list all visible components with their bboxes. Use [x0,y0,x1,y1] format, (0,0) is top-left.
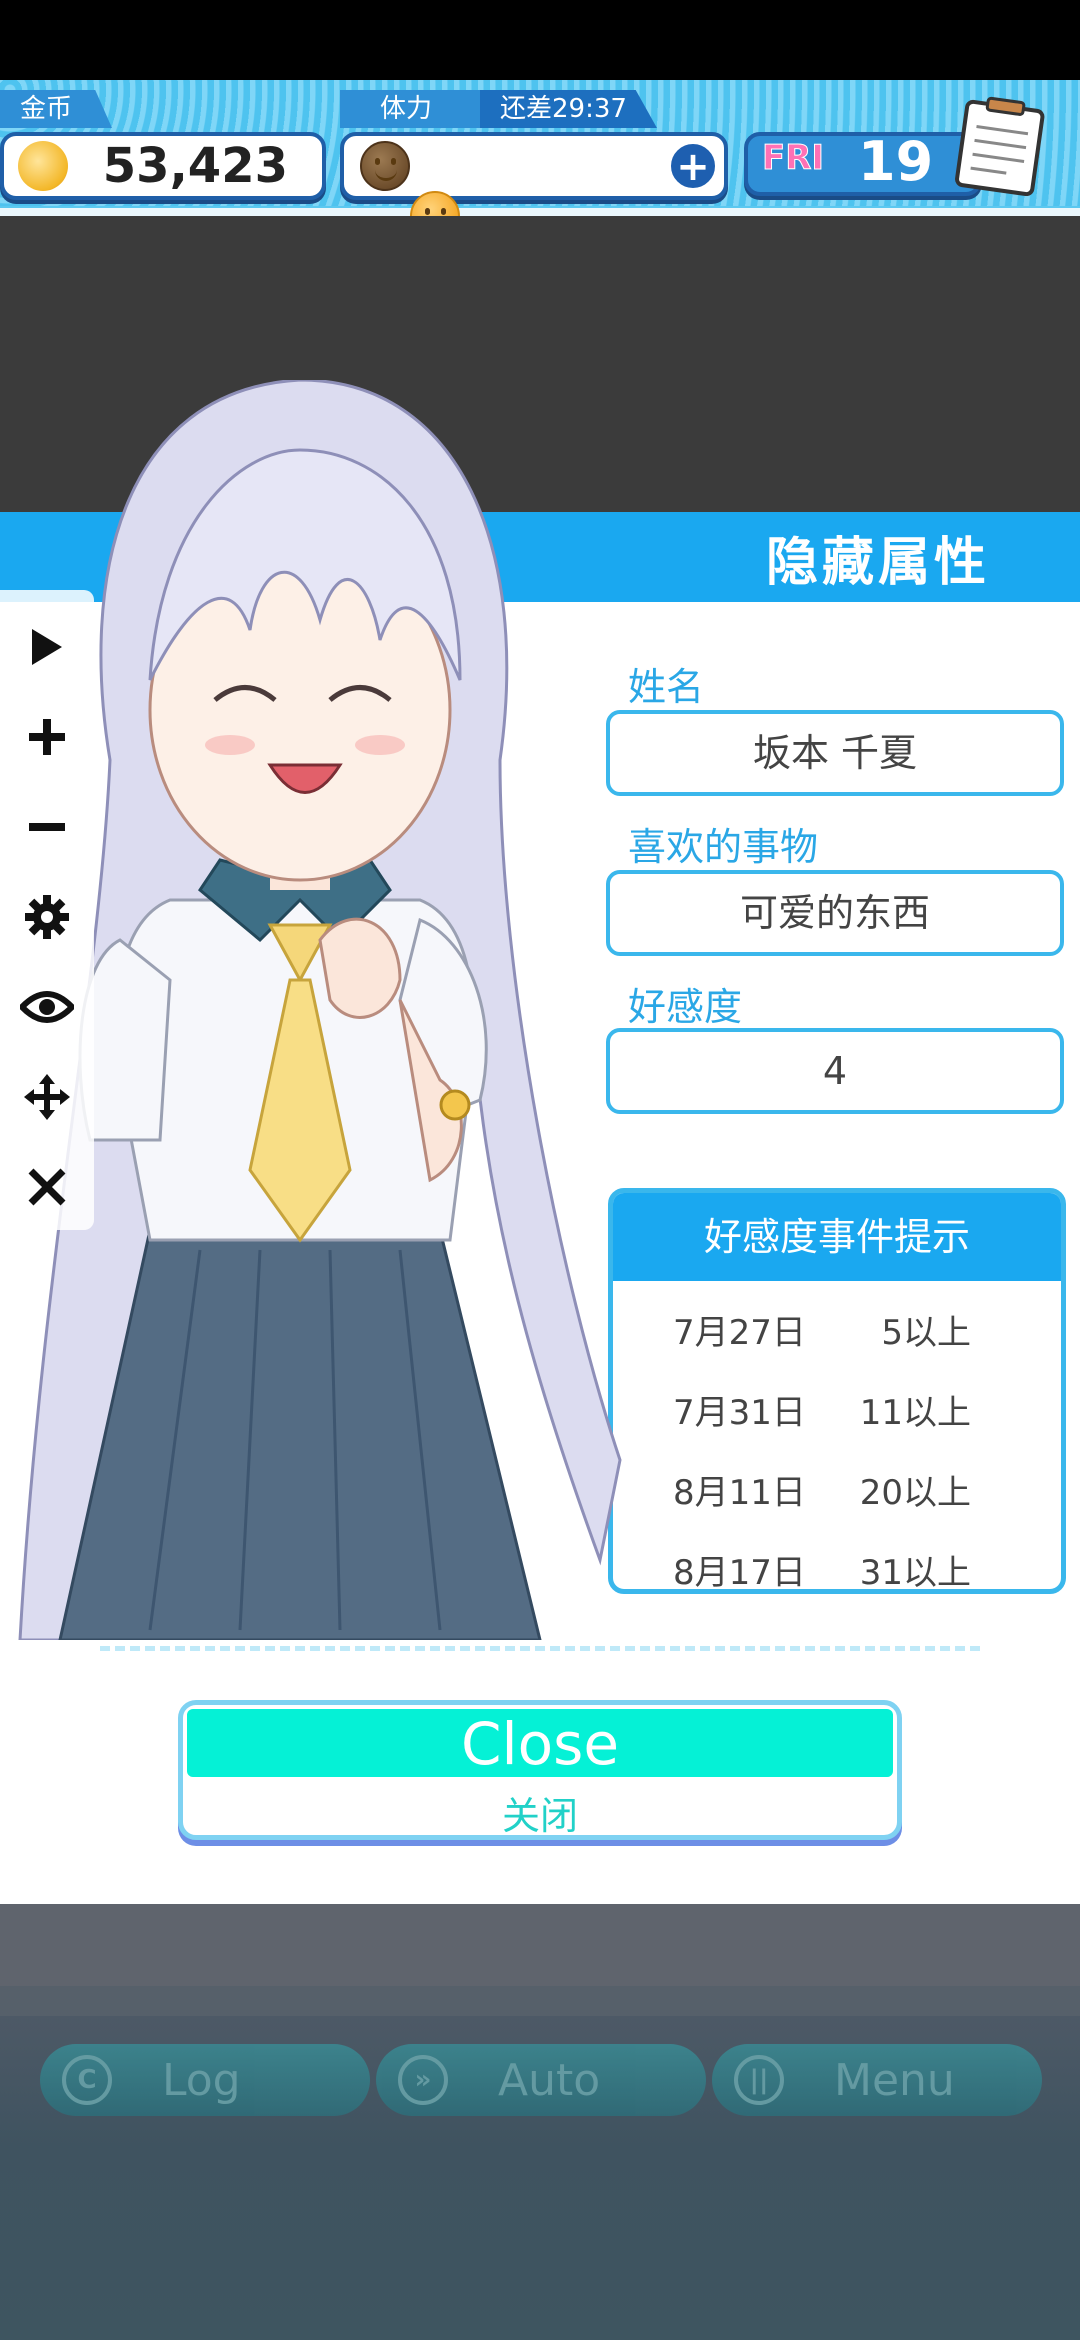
hint-requirement: 5以上 [881,1313,971,1353]
affection-field: 4 [606,1028,1064,1114]
day-name: FRI [761,138,825,179]
day-number: 19 [858,130,934,193]
menu-button[interactable]: || Menu [712,2044,1042,2116]
log-button[interactable]: C Log [40,2044,370,2116]
coins-display: 53,423 [0,132,326,200]
floating-toolbar [0,590,94,1230]
gear-icon[interactable] [14,884,80,950]
close-icon[interactable] [14,1154,80,1220]
hint-requirement: 31以上 [859,1553,971,1593]
coin-icon [18,141,68,191]
likes-field: 可爱的东西 [606,870,1064,956]
stamina-display: + [340,132,728,441]
auto-icon: » [398,2055,448,2105]
close-button-label: Close [187,1709,893,1778]
pause-icon: || [734,2055,784,2105]
hint-row: 7月31日 11以上 [613,1385,1061,1465]
hint-date: 8月17日 [673,1553,806,1593]
add-stamina-button[interactable]: + [668,141,718,191]
status-bar [0,0,1080,80]
move-icon[interactable] [14,1064,80,1130]
log-label: Log [162,2054,241,2106]
hint-row: 8月17日 31以上 [613,1545,1061,1593]
hint-date: 7月31日 [673,1393,806,1433]
close-button[interactable]: Close 关闭 [178,1700,902,1840]
log-icon: C [62,2055,112,2105]
dialogue-strip [0,1904,1080,1986]
auto-label: Auto [498,2054,601,2106]
hint-title: 好感度事件提示 [613,1193,1061,1281]
close-button-sublabel: 关闭 [501,1794,578,1838]
plus-icon[interactable] [14,704,80,770]
auto-button[interactable]: » Auto [376,2044,706,2116]
hint-date: 7月27日 [673,1313,806,1353]
hint-row: 8月11日 20以上 [613,1465,1061,1545]
dialogue-strip-edge [0,1986,1080,2016]
hint-row: 7月27日 5以上 [613,1305,1061,1385]
divider [100,1646,980,1651]
minus-icon[interactable] [14,794,80,860]
stamina-timer: 还差29:37 [480,90,657,128]
affection-event-hints: 好感度事件提示 7月27日 5以上 7月31日 11以上 8月11日 20以上 … [608,1188,1066,1594]
likes-label: 喜欢的事物 [628,825,819,869]
panel-title: 隐藏属性 [765,533,990,593]
eye-icon[interactable] [14,974,80,1040]
hint-requirement: 11以上 [859,1393,971,1433]
hint-requirement: 20以上 [859,1473,971,1513]
coins-value: 53,423 [102,138,288,194]
date-display: FRI 19 [744,130,982,196]
hint-date: 8月11日 [673,1473,806,1513]
affection-label: 好感度 [628,985,743,1029]
menu-label: Menu [834,2054,955,2106]
stamina-used-icon [360,141,410,191]
play-icon[interactable] [14,614,80,680]
coins-label: 金币 [0,90,113,128]
calendar-icon[interactable] [948,96,1052,197]
name-field: 坂本 千夏 [606,710,1064,796]
character-illustration [0,378,640,1642]
